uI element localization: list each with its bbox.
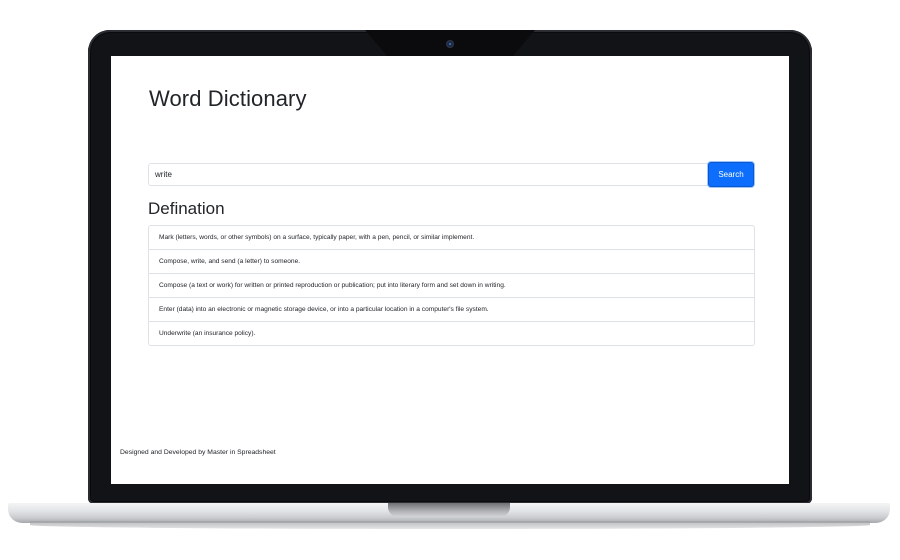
camera-icon	[447, 41, 453, 47]
definitions-heading: Defination	[148, 199, 225, 218]
page-title: Word Dictionary	[149, 86, 307, 111]
definition-item: Compose (a text or work) for written or …	[149, 273, 754, 297]
definition-item: Enter (data) into an electronic or magne…	[149, 297, 754, 321]
laptop-base-edge	[30, 521, 870, 529]
footer-credit: Designed and Developed by Master in Spre…	[120, 449, 276, 456]
search-input[interactable]	[148, 163, 715, 186]
laptop-hinge	[388, 503, 510, 517]
definition-item: Underwrite (an insurance policy).	[149, 321, 754, 345]
laptop-mockup: Word Dictionary Search Defination Mark (…	[0, 0, 900, 560]
search-bar: Search	[148, 162, 754, 187]
definition-item: Mark (letters, words, or other symbols) …	[159, 234, 475, 241]
search-button[interactable]: Search	[708, 162, 754, 187]
definition-item: Compose, write, and send (a letter) to s…	[149, 249, 754, 273]
definitions-list: Mark (letters, words, or other symbols) …	[148, 225, 755, 346]
app-screen: Word Dictionary Search Defination Mark (…	[111, 56, 789, 484]
